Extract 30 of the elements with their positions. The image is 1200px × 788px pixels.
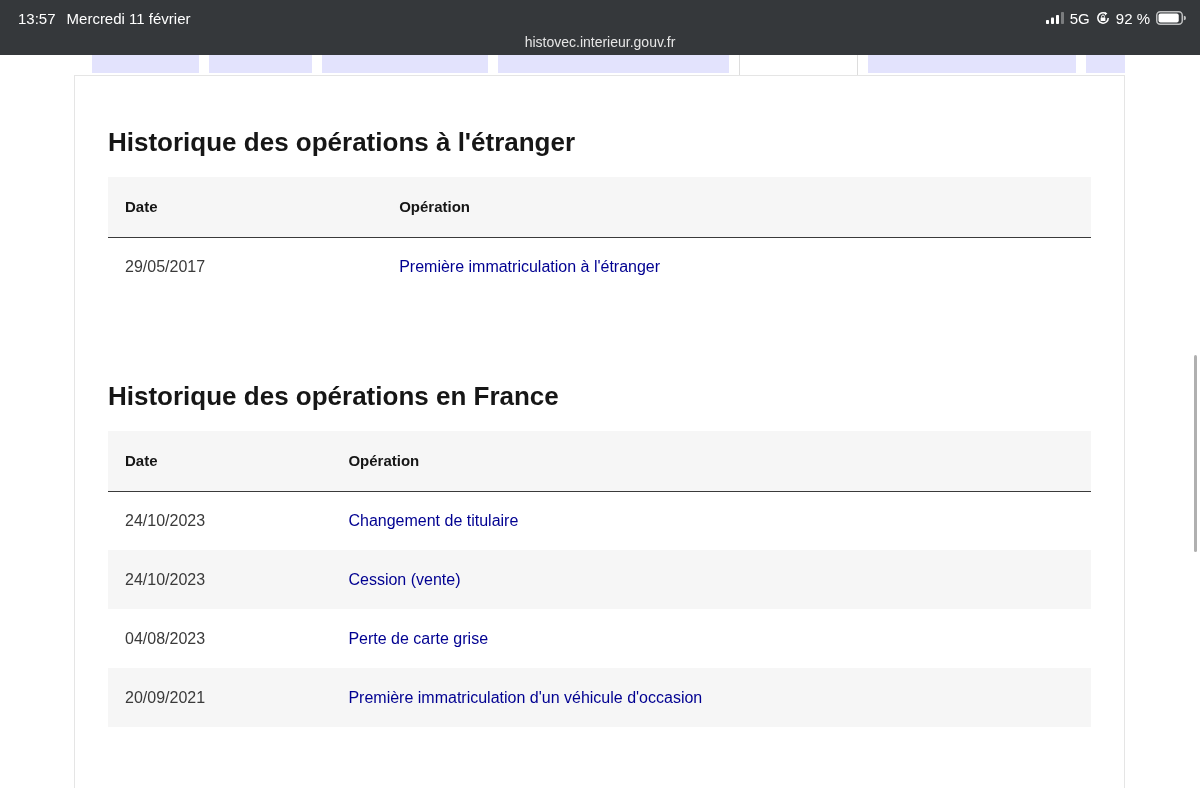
date-text: Mercredi 11 février [66,9,191,27]
operation-link[interactable]: Cession (vente) [348,570,461,588]
column-header: Date [108,177,383,237]
section-heading: Historique des opérations en France [108,380,560,412]
tab[interactable] [92,55,199,73]
signal-bars-icon [1045,12,1064,24]
network-text: 5G [1069,9,1090,27]
tab[interactable] [498,55,729,73]
section-heading: Historique des opérations à l'étranger [108,126,577,158]
date-cell: 24/10/2023 [108,550,332,609]
date-cell: 20/09/2021 [108,668,332,727]
tab[interactable] [322,55,488,73]
tab[interactable] [739,55,858,75]
column-header: Opération [331,431,1091,491]
time-text: 13:57 [18,9,56,27]
operation-link[interactable]: Perte de carte grise [348,629,489,647]
date-cell: 24/10/2023 [108,491,332,550]
battery-text: 92 % [1115,9,1150,27]
battery-icon [1156,11,1186,25]
date-cell: 29/05/2017 [108,237,383,296]
date-cell: 04/08/2023 [108,609,332,668]
column-header: Date [108,431,332,491]
tab[interactable] [868,55,1076,73]
rotation-lock-icon [1095,11,1110,25]
operation-link[interactable]: Première immatriculation d'un véhicule d'occasion [348,688,703,706]
operation-link[interactable]: Changement de titulaire [348,511,519,529]
url-text: histovec.interieur.gouv.fr [524,34,676,50]
operation-link[interactable]: Première immatriculation à l'étranger [399,257,661,275]
column-header: Opération [382,177,1091,237]
tab[interactable] [209,55,312,73]
